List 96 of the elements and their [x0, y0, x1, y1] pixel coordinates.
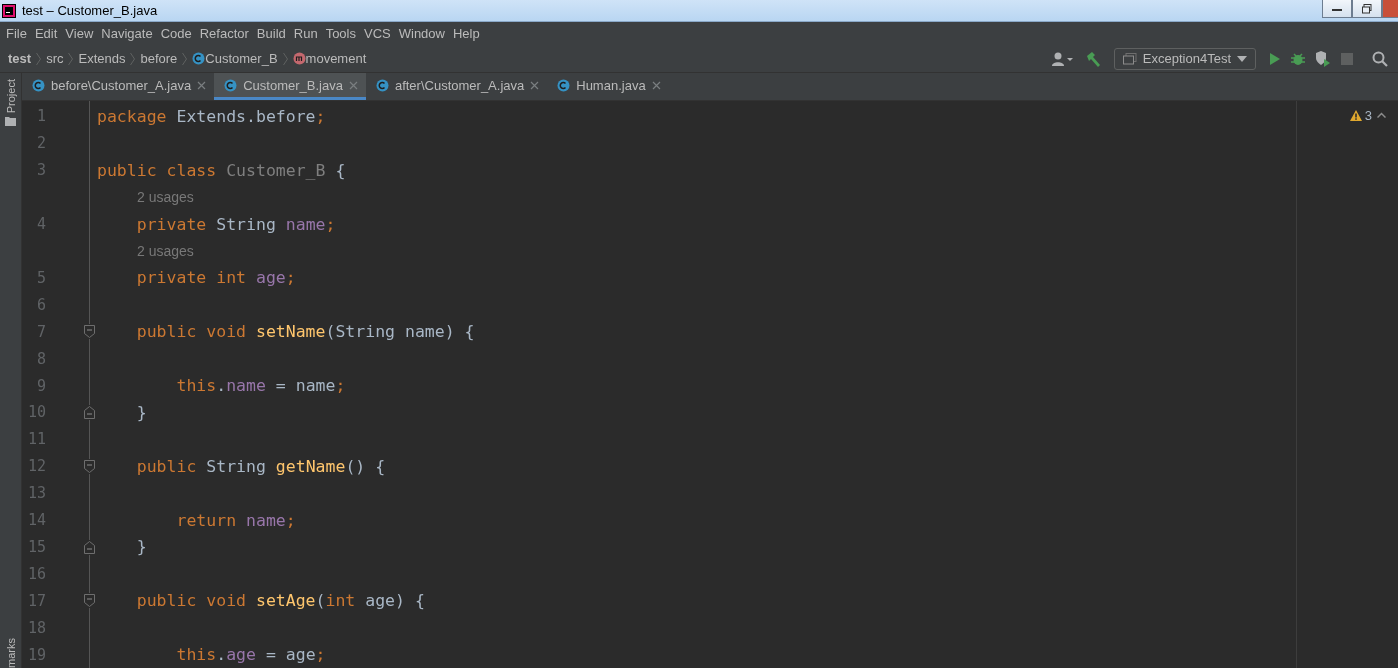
line-number: 7	[35, 322, 46, 341]
restore-button[interactable]	[1352, 0, 1382, 18]
folder-icon	[5, 117, 16, 127]
breadcrumb-item[interactable]: movement	[305, 51, 367, 66]
restore-icon	[1362, 3, 1372, 14]
code-line: }	[135, 537, 147, 557]
class-icon	[375, 78, 389, 92]
line-number: 6	[35, 295, 46, 314]
method-icon	[292, 52, 306, 65]
line-number: 13	[26, 484, 46, 503]
line-number: 19	[26, 645, 46, 664]
fold-icon[interactable]	[83, 458, 96, 474]
line-number: 9	[35, 376, 46, 395]
fold-icon[interactable]	[83, 593, 96, 609]
code-line: this.age = age;	[175, 645, 326, 665]
menu-item[interactable]: Run	[289, 26, 322, 41]
menu-item[interactable]: Window	[394, 26, 449, 41]
menu-item[interactable]: File	[2, 26, 31, 41]
window-icon	[1122, 52, 1137, 65]
line-number: 14	[26, 511, 46, 530]
line-number: 5	[35, 268, 46, 287]
menu-item[interactable]: Refactor	[195, 26, 253, 41]
app-logo-icon	[2, 3, 16, 18]
chevron-icon	[182, 51, 188, 66]
code-line: public class Customer_B {	[97, 160, 346, 180]
menu-item[interactable]: Tools	[321, 26, 360, 41]
chevron-icon	[68, 51, 74, 66]
window-title: test – Customer_B.java	[22, 3, 159, 18]
line-number: 8	[35, 349, 46, 368]
breadcrumb-item[interactable]: Extends	[78, 51, 126, 66]
menu-item[interactable]: Build	[252, 26, 290, 41]
code-line: }	[135, 402, 147, 422]
code-line: private String name;	[135, 214, 336, 234]
editor-tab[interactable]: Customer_B.java	[214, 73, 366, 100]
code-line: public void setAge(int age) {	[135, 591, 425, 611]
line-number: 12	[26, 457, 46, 476]
breadcrumb-item[interactable]: test	[8, 51, 32, 66]
close-icon[interactable]	[530, 80, 540, 90]
line-number: 10	[26, 403, 46, 422]
class-icon	[192, 52, 206, 65]
fold-icon[interactable]	[83, 324, 96, 340]
minimize-button[interactable]	[1322, 0, 1352, 18]
run-configuration-dropdown[interactable]: Exception4Test	[1113, 47, 1256, 70]
user-icon[interactable]	[1050, 51, 1075, 66]
code-line: public String getName() {	[135, 456, 386, 476]
chevron-icon	[36, 51, 42, 66]
code-line: this.name = name;	[175, 376, 346, 395]
menu-item[interactable]: Edit	[30, 26, 62, 41]
menu-item[interactable]: Code	[156, 26, 196, 41]
menu-item[interactable]: VCS	[360, 26, 395, 41]
code-line: package Extends.before;	[97, 106, 326, 126]
editor-tab[interactable]: after\Customer_A.java	[365, 73, 548, 100]
class-icon	[557, 78, 571, 92]
close-icon[interactable]	[197, 80, 207, 90]
chevron-up-icon[interactable]	[1377, 112, 1386, 118]
class-icon	[224, 78, 238, 92]
menu-item[interactable]: View	[61, 26, 98, 41]
menu-item[interactable]: Navigate	[97, 26, 157, 41]
code-line: return name;	[175, 510, 296, 530]
project-tool-tab[interactable]: Project	[4, 79, 17, 114]
breadcrumb-item[interactable]: before	[140, 51, 178, 66]
breadcrumb-item[interactable]: src	[46, 51, 64, 66]
chevron-icon	[282, 51, 288, 66]
line-number: 3	[35, 161, 46, 180]
line-number: 4	[35, 215, 46, 234]
class-icon	[32, 78, 45, 92]
line-number: 15	[26, 537, 46, 556]
editor-tab[interactable]: Human.java	[547, 73, 669, 100]
run-icon[interactable]	[1269, 51, 1281, 66]
menu-item[interactable]: Help	[448, 26, 484, 41]
stop-icon[interactable]	[1341, 52, 1353, 65]
warning-count[interactable]: 3	[1349, 108, 1372, 123]
line-number: 11	[26, 430, 46, 449]
bookmarks-tool-tab[interactable]: marks	[4, 638, 17, 668]
line-number: 2	[35, 134, 46, 153]
close-icon[interactable]	[348, 80, 358, 90]
usages-hint[interactable]: 2 usages	[137, 243, 194, 259]
usages-hint[interactable]: 2 usages	[137, 189, 194, 206]
caret-icon	[1237, 55, 1247, 62]
code-line: public void setName(String name) {	[135, 322, 475, 342]
close-icon[interactable]	[651, 80, 661, 90]
shield-icon[interactable]	[1315, 50, 1331, 67]
fold-icon[interactable]	[83, 404, 96, 420]
fold-icon[interactable]	[83, 539, 96, 555]
chevron-icon	[130, 51, 136, 66]
hammer-icon[interactable]	[1084, 50, 1101, 67]
line-number: 1	[35, 107, 46, 126]
code-line: private int age;	[135, 268, 296, 288]
search-icon[interactable]	[1372, 50, 1388, 67]
editor-tab[interactable]: before\Customer_A.java	[22, 73, 215, 100]
bug-icon[interactable]	[1291, 51, 1305, 66]
line-number: 16	[26, 564, 46, 583]
line-number: 18	[26, 618, 46, 637]
breadcrumb-item[interactable]: Customer_B	[205, 51, 278, 66]
warning-icon	[1349, 110, 1362, 121]
line-number: 17	[26, 591, 46, 610]
